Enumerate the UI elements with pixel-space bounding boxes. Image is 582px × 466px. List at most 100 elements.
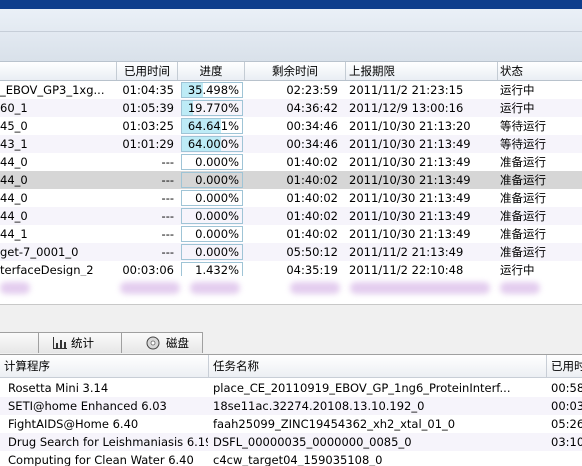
progress-cell: 64.000% <box>181 135 243 153</box>
table-row[interactable]: 45_0 01:03:25 64.641% 00:34:46 2011/10/30 21… <box>0 117 582 135</box>
blurred-text <box>0 282 30 294</box>
task-status: 准备运行 <box>500 155 546 169</box>
progress-cell: 0.000% <box>181 207 243 225</box>
project-app: Drug Search for Leishmaniasis 6.19 <box>8 435 208 449</box>
header-app[interactable]: 计算程序 <box>4 355 50 377</box>
horizontal-scroll-area[interactable] <box>0 304 582 327</box>
task-used-time: --- <box>161 191 174 205</box>
task-name: get-7_0001_0 <box>0 245 79 259</box>
project-app: FightAIDS@Home 6.40 <box>8 417 139 431</box>
progress-text: 64.000% <box>187 137 239 151</box>
window-titlebar <box>0 0 582 9</box>
header-name[interactable] <box>0 62 117 80</box>
tab-bar: 统计 磁盘 <box>0 330 582 355</box>
table-row[interactable]: get-7_0001_0 --- 0.000% 05:50:12 2011/11/2 2… <box>0 243 582 261</box>
header-used[interactable]: 已用时 <box>551 355 582 377</box>
project-used-time: 00:58 <box>551 381 582 395</box>
list-item[interactable]: FightAIDS@Home 6.40 faah25099_ZINC1945436… <box>0 415 582 433</box>
progress-cell: 0.000% <box>181 189 243 207</box>
task-status: 等待运行 <box>500 137 546 151</box>
task-used-time: --- <box>161 155 174 169</box>
table-row[interactable]: 44_0 --- 0.000% 01:40:02 2011/10/30 21:13:49… <box>0 189 582 207</box>
list-item[interactable]: Rosetta Mini 3.14 place_CE_20110919_EBOV_… <box>0 379 582 397</box>
table-row[interactable]: 44_1 --- 0.000% 01:40:02 2011/10/30 21:13:49… <box>0 225 582 243</box>
task-deadline: 2011/10/30 21:13:49 <box>349 191 471 205</box>
project-app: SETI@home Enhanced 6.03 <box>8 399 167 413</box>
project-app: Rosetta Mini 3.14 <box>8 381 109 395</box>
task-deadline: 2011/11/2 21:23:15 <box>349 83 464 97</box>
tab-stats[interactable]: 统计 <box>38 332 123 353</box>
task-deadline: 2011/10/30 21:13:49 <box>349 155 471 169</box>
table-row[interactable]: 44_0 --- 0.000% 01:40:02 2011/10/30 21:13:49… <box>0 153 582 171</box>
tab-disk-label: 磁盘 <box>166 336 189 350</box>
task-status: 准备运行 <box>500 227 546 241</box>
tab-disk[interactable]: 磁盘 <box>121 332 203 353</box>
header-progress[interactable]: 进度 <box>178 62 245 80</box>
project-task: 18se11ac.32274.20108.13.10.192_0 <box>213 399 425 413</box>
task-remaining-time: 01:40:02 <box>286 173 338 187</box>
task-name: 44_0 <box>0 173 28 187</box>
task-name: 60_1 <box>0 101 28 115</box>
task-table-header: 已用时间 进度 剩余时间 上报期限 状态 <box>0 62 582 81</box>
table-row[interactable]: 43_1 01:01:29 64.000% 00:34:46 2011/10/30 21… <box>0 135 582 153</box>
blurred-text <box>120 282 180 294</box>
task-name: 45_0 <box>0 119 28 133</box>
task-name: 43_1 <box>0 137 28 151</box>
header-used-time[interactable]: 已用时间 <box>117 62 178 80</box>
task-used-time: --- <box>161 245 174 259</box>
project-task: faah25099_ZINC19454362_xh2_xtal_01_0 <box>213 417 456 431</box>
progress-text: 0.000% <box>195 227 239 241</box>
blurred-text <box>500 282 540 294</box>
blurred-text <box>190 282 240 294</box>
task-name: 44_0 <box>0 155 28 169</box>
progress-text: 1.432% <box>195 263 239 276</box>
bar-chart-icon <box>53 337 67 349</box>
header-status[interactable]: 状态 <box>495 62 582 80</box>
list-item[interactable]: SETI@home Enhanced 6.03 18se11ac.32274.20… <box>0 397 582 415</box>
project-app: Computing for Clean Water 6.40 <box>8 453 194 466</box>
list-item[interactable]: Computing for Clean Water 6.40 c4cw_targe… <box>0 451 582 466</box>
blurred-text <box>290 282 340 294</box>
header-task[interactable]: 任务名称 <box>213 355 259 377</box>
task-deadline: 2011/11/2 22:10:48 <box>349 263 464 276</box>
blurred-text <box>350 282 490 294</box>
progress-cell: 19.770% <box>181 99 243 117</box>
table-row[interactable]: _EBOV_GP3_1xg... 01:04:35 35.498% 02:23:59 2… <box>0 81 582 99</box>
tab-partial[interactable] <box>0 332 40 353</box>
task-remaining-time: 01:40:02 <box>286 155 338 169</box>
header-deadline[interactable]: 上报期限 <box>346 62 498 80</box>
toolbar-divider <box>0 31 582 32</box>
list-item[interactable]: Drug Search for Leishmaniasis 6.19 DSFL_0… <box>0 433 582 451</box>
progress-text: 0.000% <box>195 191 239 205</box>
table-row[interactable]: 60_1 01:05:39 19.770% 04:36:42 2011/12/9 13:… <box>0 99 582 117</box>
project-task: place_CE_20110919_EBOV_GP_1ng6_ProteinIn… <box>213 381 511 395</box>
task-used-time: 00:03:06 <box>122 263 174 276</box>
progress-cell: 35.498% <box>181 81 243 99</box>
task-remaining-time: 00:34:46 <box>286 137 338 151</box>
task-status: 准备运行 <box>500 191 546 205</box>
task-name: terfaceDesign_2 <box>0 263 94 276</box>
progress-text: 0.000% <box>195 173 239 187</box>
header-remaining[interactable]: 剩余时间 <box>245 62 346 80</box>
table-row[interactable]: 44_0 --- 0.000% 01:40:02 2011/10/30 21:13:49… <box>0 207 582 225</box>
progress-text: 0.000% <box>195 209 239 223</box>
table-row[interactable]: terfaceDesign_2 00:03:06 1.432% 04:35:19 201… <box>0 261 582 276</box>
task-deadline: 2011/10/30 21:13:49 <box>349 137 471 151</box>
progress-cell: 64.641% <box>181 117 243 135</box>
task-remaining-time: 05:50:12 <box>286 245 338 259</box>
task-table: 已用时间 进度 剩余时间 上报期限 状态 _EBOV_GP3_1xg... 01:… <box>0 62 582 276</box>
progress-text: 0.000% <box>195 155 239 169</box>
task-remaining-time: 04:35:19 <box>286 263 338 276</box>
task-deadline: 2011/10/30 21:13:20 <box>349 119 471 133</box>
task-status: 运行中 <box>500 263 535 276</box>
task-remaining-time: 01:40:02 <box>286 209 338 223</box>
table-row[interactable]: 44_0 --- 0.000% 01:40:02 2011/10/30 21:13:49… <box>0 171 582 189</box>
project-used-time: 05:26 <box>551 417 582 431</box>
project-used-time: 00:03 <box>551 399 582 413</box>
progress-text: 35.498% <box>187 83 239 97</box>
task-status: 等待运行 <box>500 119 546 133</box>
task-deadline: 2011/11/2 21:13:49 <box>349 245 464 259</box>
task-status: 运行中 <box>500 101 535 115</box>
task-name: _EBOV_GP3_1xg... <box>0 83 105 97</box>
task-status: 准备运行 <box>500 173 546 187</box>
